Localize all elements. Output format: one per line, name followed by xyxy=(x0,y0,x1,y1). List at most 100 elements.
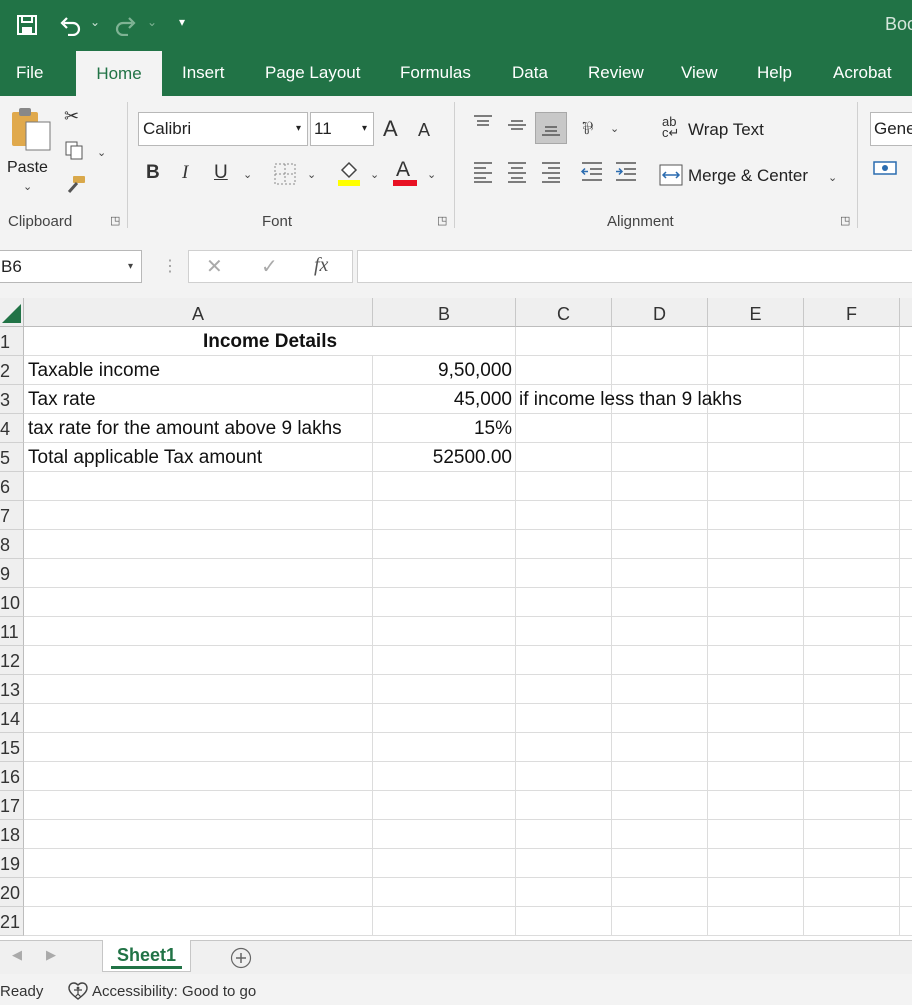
grid-cell[interactable] xyxy=(900,501,912,530)
grid-cell[interactable] xyxy=(900,617,912,646)
orientation-dropdown-icon[interactable]: ⌄ xyxy=(610,122,619,135)
grid-cell[interactable] xyxy=(708,617,804,646)
grid-cell[interactable] xyxy=(516,414,612,443)
grid-cell[interactable] xyxy=(804,472,900,501)
grid-cell[interactable] xyxy=(708,646,804,675)
font-size-select[interactable]: 11 ▾ xyxy=(310,112,374,146)
column-header-g[interactable] xyxy=(900,298,912,327)
orientation-icon[interactable]: ⅌ xyxy=(582,116,593,139)
row-header[interactable]: 16 xyxy=(0,762,24,791)
grid-cell[interactable] xyxy=(708,675,804,704)
grid-cell[interactable] xyxy=(516,327,612,356)
grid-cell[interactable] xyxy=(900,327,912,356)
bold-button[interactable]: B xyxy=(146,162,160,184)
row-header[interactable]: 17 xyxy=(0,791,24,820)
row-header[interactable]: 19 xyxy=(0,849,24,878)
grid-cell[interactable] xyxy=(612,414,708,443)
underline-button[interactable]: U xyxy=(214,162,228,184)
grid-cell[interactable] xyxy=(24,472,373,501)
grid-cell[interactable] xyxy=(516,559,612,588)
grid-cell[interactable] xyxy=(804,907,900,936)
grid-cell[interactable] xyxy=(900,675,912,704)
grid-cell[interactable] xyxy=(516,733,612,762)
grid-cell[interactable] xyxy=(612,907,708,936)
grid-cell[interactable] xyxy=(373,501,516,530)
tab-page-layout[interactable]: Page Layout xyxy=(265,50,360,96)
grid-cell[interactable] xyxy=(24,704,373,733)
cell-b3[interactable]: 45,000 xyxy=(373,385,512,414)
row-header[interactable]: 18 xyxy=(0,820,24,849)
row-header[interactable]: 2 xyxy=(0,356,24,385)
tab-view[interactable]: View xyxy=(681,50,718,96)
grid-cell[interactable] xyxy=(900,878,912,907)
column-header-e[interactable]: E xyxy=(708,298,804,327)
grid-cell[interactable] xyxy=(24,849,373,878)
grid-cell[interactable] xyxy=(900,820,912,849)
grid-cell[interactable] xyxy=(516,849,612,878)
row-header[interactable]: 12 xyxy=(0,646,24,675)
accounting-format-icon[interactable] xyxy=(873,160,899,180)
save-icon[interactable] xyxy=(16,14,38,36)
grid-cell[interactable] xyxy=(804,501,900,530)
grid-cell[interactable] xyxy=(516,907,612,936)
increase-indent-icon[interactable] xyxy=(614,160,638,184)
grid-cell[interactable] xyxy=(900,414,912,443)
grid-cell[interactable] xyxy=(24,559,373,588)
grid-cell[interactable] xyxy=(373,733,516,762)
align-left-icon[interactable] xyxy=(472,160,494,184)
grid-cell[interactable] xyxy=(708,530,804,559)
grid-cell[interactable] xyxy=(804,646,900,675)
grid-cell[interactable] xyxy=(516,820,612,849)
tab-acrobat[interactable]: Acrobat xyxy=(833,50,892,96)
row-header[interactable]: 11 xyxy=(0,617,24,646)
grid-cell[interactable] xyxy=(804,820,900,849)
row-header[interactable]: 8 xyxy=(0,530,24,559)
grid-cell[interactable] xyxy=(24,733,373,762)
grid-cell[interactable] xyxy=(24,588,373,617)
grid-cell[interactable] xyxy=(708,704,804,733)
tab-data[interactable]: Data xyxy=(512,50,548,96)
grid-cell[interactable] xyxy=(516,675,612,704)
copy-icon[interactable] xyxy=(64,140,84,160)
row-header[interactable]: 21 xyxy=(0,907,24,936)
grid-cell[interactable] xyxy=(24,646,373,675)
grid-cell[interactable] xyxy=(612,675,708,704)
grid-cell[interactable] xyxy=(516,762,612,791)
paste-dropdown-icon[interactable]: ⌄ xyxy=(23,180,32,193)
grid-cell[interactable] xyxy=(516,472,612,501)
grid-cell[interactable] xyxy=(612,849,708,878)
row-header[interactable]: 4 xyxy=(0,414,24,443)
grid-cell[interactable] xyxy=(373,791,516,820)
grid-cell[interactable] xyxy=(900,646,912,675)
grid-cell[interactable] xyxy=(708,907,804,936)
cell-a2[interactable]: Taxable income xyxy=(28,356,160,385)
tab-insert[interactable]: Insert xyxy=(182,50,225,96)
font-name-select[interactable]: Calibri ▾ xyxy=(138,112,308,146)
grid-cell[interactable] xyxy=(516,704,612,733)
row-header[interactable]: 3 xyxy=(0,385,24,414)
copy-dropdown-icon[interactable]: ⌄ xyxy=(97,146,106,159)
cell-a1[interactable]: Income Details xyxy=(24,327,516,356)
grid-cell[interactable] xyxy=(373,849,516,878)
grid-cell[interactable] xyxy=(804,675,900,704)
grid-cell[interactable] xyxy=(612,878,708,907)
grid-cell[interactable] xyxy=(612,356,708,385)
grid-cell[interactable] xyxy=(804,849,900,878)
grid-cell[interactable] xyxy=(900,356,912,385)
cell-b4[interactable]: 15% xyxy=(373,414,512,443)
paste-icon[interactable] xyxy=(8,106,54,152)
grid-cell[interactable] xyxy=(24,501,373,530)
name-box[interactable]: B6 ▾ xyxy=(0,250,142,283)
grid-cell[interactable] xyxy=(900,385,912,414)
grid-cell[interactable] xyxy=(373,762,516,791)
row-header[interactable]: 14 xyxy=(0,704,24,733)
cell-c3[interactable]: if income less than 9 lakhs xyxy=(519,385,742,414)
grid-cell[interactable] xyxy=(612,733,708,762)
grid-cell[interactable] xyxy=(900,791,912,820)
tab-formulas[interactable]: Formulas xyxy=(400,50,471,96)
fill-color-dropdown-icon[interactable]: ⌄ xyxy=(370,168,379,181)
grid-cell[interactable] xyxy=(516,588,612,617)
grid-cell[interactable] xyxy=(24,617,373,646)
grid-cell[interactable] xyxy=(900,907,912,936)
grid-cell[interactable] xyxy=(900,530,912,559)
